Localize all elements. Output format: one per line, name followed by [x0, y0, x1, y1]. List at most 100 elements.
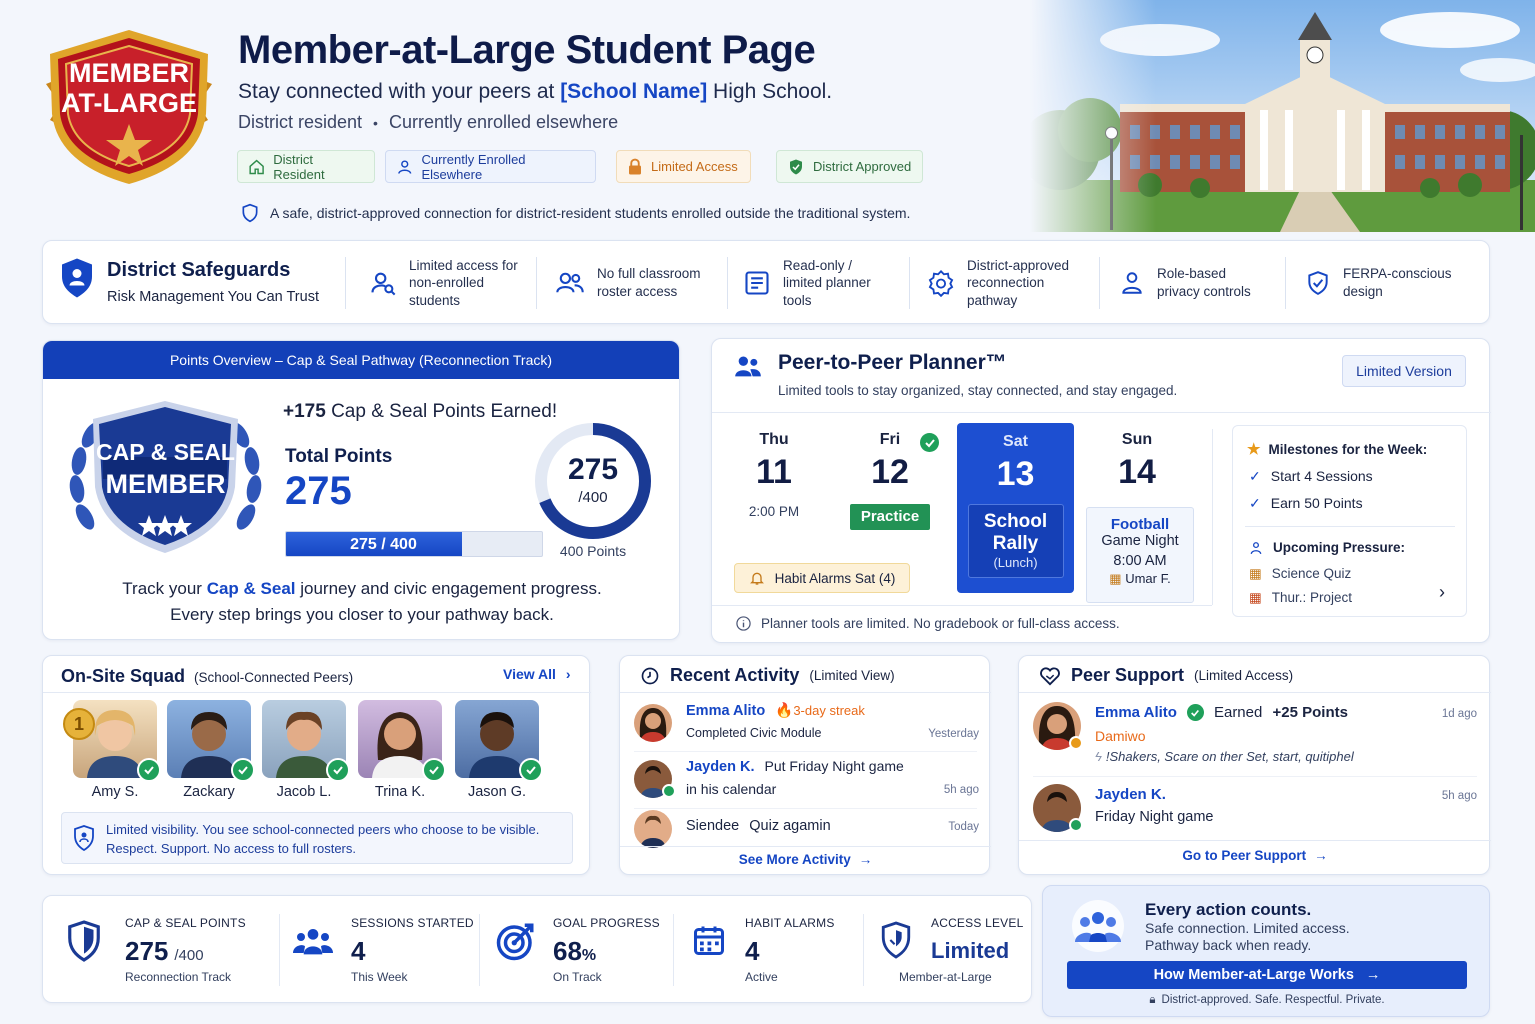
day-sat-selected[interactable]: Sat 13 School Rally (Lunch) — [957, 423, 1074, 593]
chevron-right-icon: › — [565, 666, 571, 682]
safeguard-no-roster: No full classroom roster access — [555, 241, 735, 325]
squad-qualifier: (School-Connected Peers) — [194, 670, 354, 685]
every-action-card: Every action counts. Safe connection. Li… — [1042, 885, 1490, 1017]
pressure-item[interactable]: ▦ Thur.: Project — [1249, 590, 1352, 606]
chevron-right-icon[interactable]: › — [1439, 582, 1445, 603]
peer-subname: Damiwo — [1095, 728, 1146, 744]
badge-line-2: AT-LARGE — [61, 88, 197, 118]
check-icon: ✓ — [1249, 495, 1261, 511]
school-rally-event[interactable]: School Rally (Lunch) — [967, 504, 1064, 578]
star-icon: ★ — [1247, 441, 1261, 458]
track-highlight: Cap & Seal — [206, 579, 296, 598]
earned-text: Cap & Seal Points Earned! — [325, 401, 558, 422]
football-event[interactable]: Football Game Night 8:00 AM ▦ Umar F. — [1086, 507, 1194, 603]
day-number: 11 — [756, 453, 792, 491]
milestones-title-text: Milestones for the Week: — [1268, 441, 1428, 457]
online-check-icon — [662, 784, 676, 798]
avatar — [634, 810, 672, 848]
milestone-item: ✓ Start 4 Sessions — [1249, 468, 1373, 485]
safeguards-shield-icon — [59, 257, 95, 299]
day-thu[interactable]: Thu 11 2:00 PM — [724, 431, 824, 519]
visible-check-icon — [326, 758, 350, 782]
event-line-1: School — [983, 511, 1048, 532]
points-track-line2: Every step brings you closer to your pat… — [170, 605, 554, 624]
earned-amount: +175 — [283, 401, 326, 422]
milestone-text: Earn 50 Points — [1270, 495, 1363, 511]
points-progress-bar: 275 / 400 — [285, 531, 543, 557]
planner-footer: Planner tools are limited. No gradebook … — [736, 616, 1120, 631]
visible-check-icon — [422, 758, 446, 782]
cta-footer-text: District-approved. Safe. Respectful. Pri… — [1161, 994, 1385, 1006]
planner-users-icon — [732, 353, 764, 381]
stat-value: 4 — [351, 936, 366, 966]
district-safeguards-bar: District Safeguards Risk Management You … — [42, 240, 1490, 324]
peer-row[interactable]: Emma Alito Earned +25 Points Damiwo ϟ !Sh… — [1033, 700, 1477, 772]
how-button-label: How Member-at-Large Works — [1153, 967, 1354, 983]
points-track-text: Track your Cap & Seal journey and civic … — [43, 579, 679, 599]
alarm-text: Habit Alarms Sat (4) — [774, 570, 896, 586]
habit-alarms-chip[interactable]: Habit Alarms Sat (4) — [734, 563, 910, 593]
squad-member-name: Jason G. — [467, 784, 527, 800]
pressure-title-text: Upcoming Pressure: — [1273, 540, 1406, 555]
earned-label: Earned — [1213, 704, 1267, 721]
safeguard-label: No full classroom roster access — [597, 266, 701, 299]
shield-check-icon — [1308, 271, 1328, 295]
day-name: Thu — [759, 431, 789, 448]
squad-member-zackary[interactable] — [167, 700, 255, 782]
track-prefix: Track your — [122, 579, 207, 598]
activity-headline: Jayden K. Put Friday Night game — [686, 758, 904, 775]
how-it-works-button[interactable]: How Member-at-Large Works → — [1067, 961, 1467, 989]
stat-goal-progress: GOAL PROGRESS 68% On Track — [491, 896, 671, 1004]
pill-district-approved: District Approved — [776, 150, 923, 183]
limited-version-button[interactable]: Limited Version — [1342, 355, 1466, 387]
squad-member-jacob[interactable] — [262, 700, 350, 782]
avatar — [634, 704, 672, 742]
go-to-peer-support-link[interactable]: Go to Peer Support → — [1019, 848, 1491, 863]
user-lock-icon — [1122, 272, 1142, 294]
visible-check-icon — [231, 758, 255, 782]
peer-headline: Emma Alito Earned +25 Points — [1095, 704, 1348, 721]
squad-member-trina[interactable] — [358, 700, 446, 782]
peer-user: Jayden K. — [1095, 786, 1166, 803]
cta-line-2: Pathway back when ready. — [1145, 937, 1312, 953]
squad-member-name: Zackary — [183, 784, 235, 800]
safeguard-label: Read-only / limited planner tools — [783, 257, 871, 308]
activity-user: Emma Alito — [686, 703, 766, 719]
pressure-item[interactable]: ▦ Science Quiz — [1249, 566, 1351, 582]
shield-icon — [68, 920, 100, 962]
safety-note-text: A safe, district-approved connection for… — [270, 205, 911, 221]
day-sun[interactable]: Sun 14 — [1087, 431, 1187, 492]
peer-quote-text: !Shakers, Scare on ther Set, start, quit… — [1105, 749, 1354, 764]
day-number: 13 — [996, 455, 1035, 493]
safety-note: A safe, district-approved connection for… — [240, 202, 910, 224]
peer-link-text: Go to Peer Support — [1182, 848, 1307, 863]
crest-line-1: CAP & SEAL — [96, 439, 235, 465]
view-all-text: View All — [503, 666, 556, 682]
squad-member-jason[interactable] — [455, 700, 543, 782]
pressure-text: Thur.: Project — [1271, 590, 1353, 605]
visibility-line-2: Respect. Support. No access to full rost… — [106, 841, 356, 856]
activity-time: Yesterday — [928, 728, 979, 740]
squad-member-name: Trina K. — [374, 784, 426, 800]
view-all-link[interactable]: View All › — [503, 666, 571, 682]
practice-tag: Practice — [850, 504, 930, 530]
stats-bar: CAP & SEAL POINTS 275/400 Reconnection T… — [42, 895, 1032, 1003]
pressure-text: Science Quiz — [1271, 566, 1352, 581]
stat-label: CAP & SEAL POINTS — [125, 916, 246, 930]
clock-icon — [641, 667, 659, 684]
event-line-2: Rally — [992, 533, 1039, 554]
stat-value: 275 — [125, 936, 169, 966]
activity-user: Jayden K. — [686, 759, 755, 775]
activity-row[interactable]: Emma Alito 🔥3-day streak Completed Civic… — [634, 700, 979, 748]
page-title: Member-at-Large Student Page — [238, 28, 816, 72]
peer-row[interactable]: Jayden K. Friday Night game 5h ago — [1033, 782, 1477, 832]
total-points-label: Total Points — [285, 446, 393, 467]
points-overview-card: Points Overview – Cap & Seal Pathway (Re… — [42, 340, 680, 640]
milestones-panel: ★ Milestones for the Week: ✓ Start 4 Sessi… — [1232, 425, 1467, 617]
see-more-activity-link[interactable]: See More Activity → — [620, 852, 991, 867]
status-dot-icon — [1069, 736, 1083, 750]
activity-row[interactable]: Siendee Quiz agamin Today — [634, 810, 979, 848]
activity-row[interactable]: Jayden K. Put Friday Night game in his c… — [634, 756, 979, 806]
activity-title-text: Recent Activity — [670, 665, 800, 685]
rank-medal-icon: 1 — [63, 708, 95, 740]
